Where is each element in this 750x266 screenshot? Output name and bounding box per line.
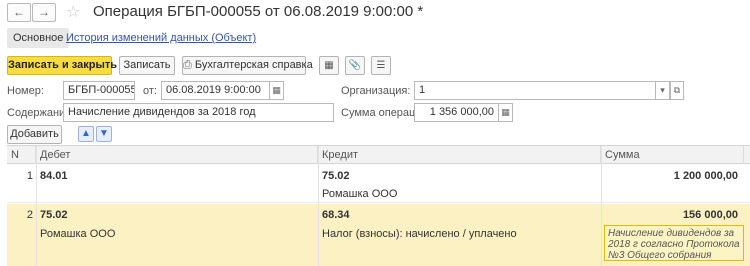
arrow-left-icon: ← — [13, 5, 25, 19]
printer-icon: ⎙ — [183, 59, 192, 71]
date-field[interactable]: 06.08.2019 9:00:00 — [161, 81, 270, 100]
org-label: Организация: — [341, 85, 411, 97]
forward-button[interactable]: → — [32, 3, 56, 22]
header-credit[interactable]: Кредит — [318, 146, 601, 164]
header-sum[interactable]: Сумма — [601, 146, 744, 164]
favorite-star-icon[interactable]: ☆ — [66, 2, 80, 22]
row-number: 2 — [26, 209, 33, 221]
row-number: 1 — [26, 170, 33, 182]
credit-account[interactable]: 75.02 — [322, 170, 350, 182]
row-sum[interactable]: 1 200 000,00 — [605, 170, 738, 182]
move-down-button[interactable]: ▼ — [96, 126, 112, 142]
arrow-down-icon: ▼ — [99, 128, 109, 139]
organization-dropdown-button[interactable]: ▾ — [656, 81, 670, 100]
chevron-down-icon: ▾ — [660, 85, 665, 95]
tab-main[interactable]: Основное — [7, 28, 70, 48]
number-label: Номер: — [7, 85, 44, 97]
header-n[interactable]: N — [7, 146, 36, 164]
move-up-button[interactable]: ▲ — [78, 126, 94, 142]
open-link-icon: ⧉ — [673, 85, 681, 95]
number-field[interactable]: БГБП-000055 — [63, 81, 135, 100]
accounting-report-button[interactable]: ⎙ Бухгалтерская справка — [182, 56, 313, 75]
calculator-button[interactable]: ▦ — [499, 103, 513, 122]
debit-account[interactable]: 84.01 — [40, 170, 68, 182]
row-comment-box[interactable]: Начисление дивидендов за 2018 г согласно… — [604, 225, 744, 261]
paperclip-icon: 📎 — [348, 60, 362, 71]
debit-account[interactable]: 75.02 — [40, 209, 68, 221]
accounting-report-label: Бухгалтерская справка — [194, 59, 313, 71]
tab-history-link[interactable]: История изменений данных (Объект) — [66, 30, 256, 46]
organization-open-button[interactable]: ⧉ — [670, 81, 684, 100]
attach-button[interactable]: 📎 — [345, 56, 365, 75]
table-row[interactable]: 1 84.01 75.02 Ромашка ООО 1 200 000,00 — [7, 165, 750, 203]
list-button[interactable]: ☰ — [371, 56, 391, 75]
hierarchy-icon: ▦ — [324, 60, 334, 71]
save-button[interactable]: Записать — [119, 56, 175, 75]
organization-field[interactable]: 1 — [414, 81, 656, 100]
credit-account[interactable]: 68.34 — [322, 209, 350, 221]
back-button[interactable]: ← — [7, 3, 31, 22]
save-and-close-button[interactable]: Записать и закрыть — [7, 56, 117, 75]
arrow-up-icon: ▲ — [81, 128, 91, 139]
table-header: N Дебет Кредит Сумма — [7, 146, 750, 164]
column-divider — [601, 146, 602, 266]
entries-table[interactable]: N Дебет Кредит Сумма 1 84.01 75.02 Ромаш… — [7, 145, 750, 266]
credit-subconto[interactable]: Ромашка ООО — [322, 188, 397, 200]
calendar-icon: ▦ — [272, 85, 281, 95]
calculator-icon: ▦ — [501, 107, 510, 117]
credit-subconto[interactable]: Налог (взносы): начислено / уплачено — [322, 228, 517, 240]
arrow-right-icon: → — [38, 5, 50, 19]
sum-field[interactable]: 1 356 000,00 — [414, 103, 499, 122]
column-divider — [36, 146, 37, 266]
row-sum[interactable]: 156 000,00 — [605, 209, 738, 221]
date-label: от: — [143, 85, 157, 97]
add-row-button[interactable]: Добавить — [7, 125, 62, 144]
column-divider — [318, 146, 319, 266]
list-icon: ☰ — [376, 60, 386, 71]
debit-subconto[interactable]: Ромашка ООО — [40, 228, 115, 240]
date-picker-button[interactable]: ▦ — [270, 81, 284, 100]
header-debit[interactable]: Дебет — [36, 146, 318, 164]
content-field[interactable]: Начисление дивидендов за 2018 год — [63, 103, 334, 122]
page-title: Операция БГБП-000055 от 06.08.2019 9:00:… — [93, 3, 424, 20]
structure-button[interactable]: ▦ — [319, 56, 339, 75]
